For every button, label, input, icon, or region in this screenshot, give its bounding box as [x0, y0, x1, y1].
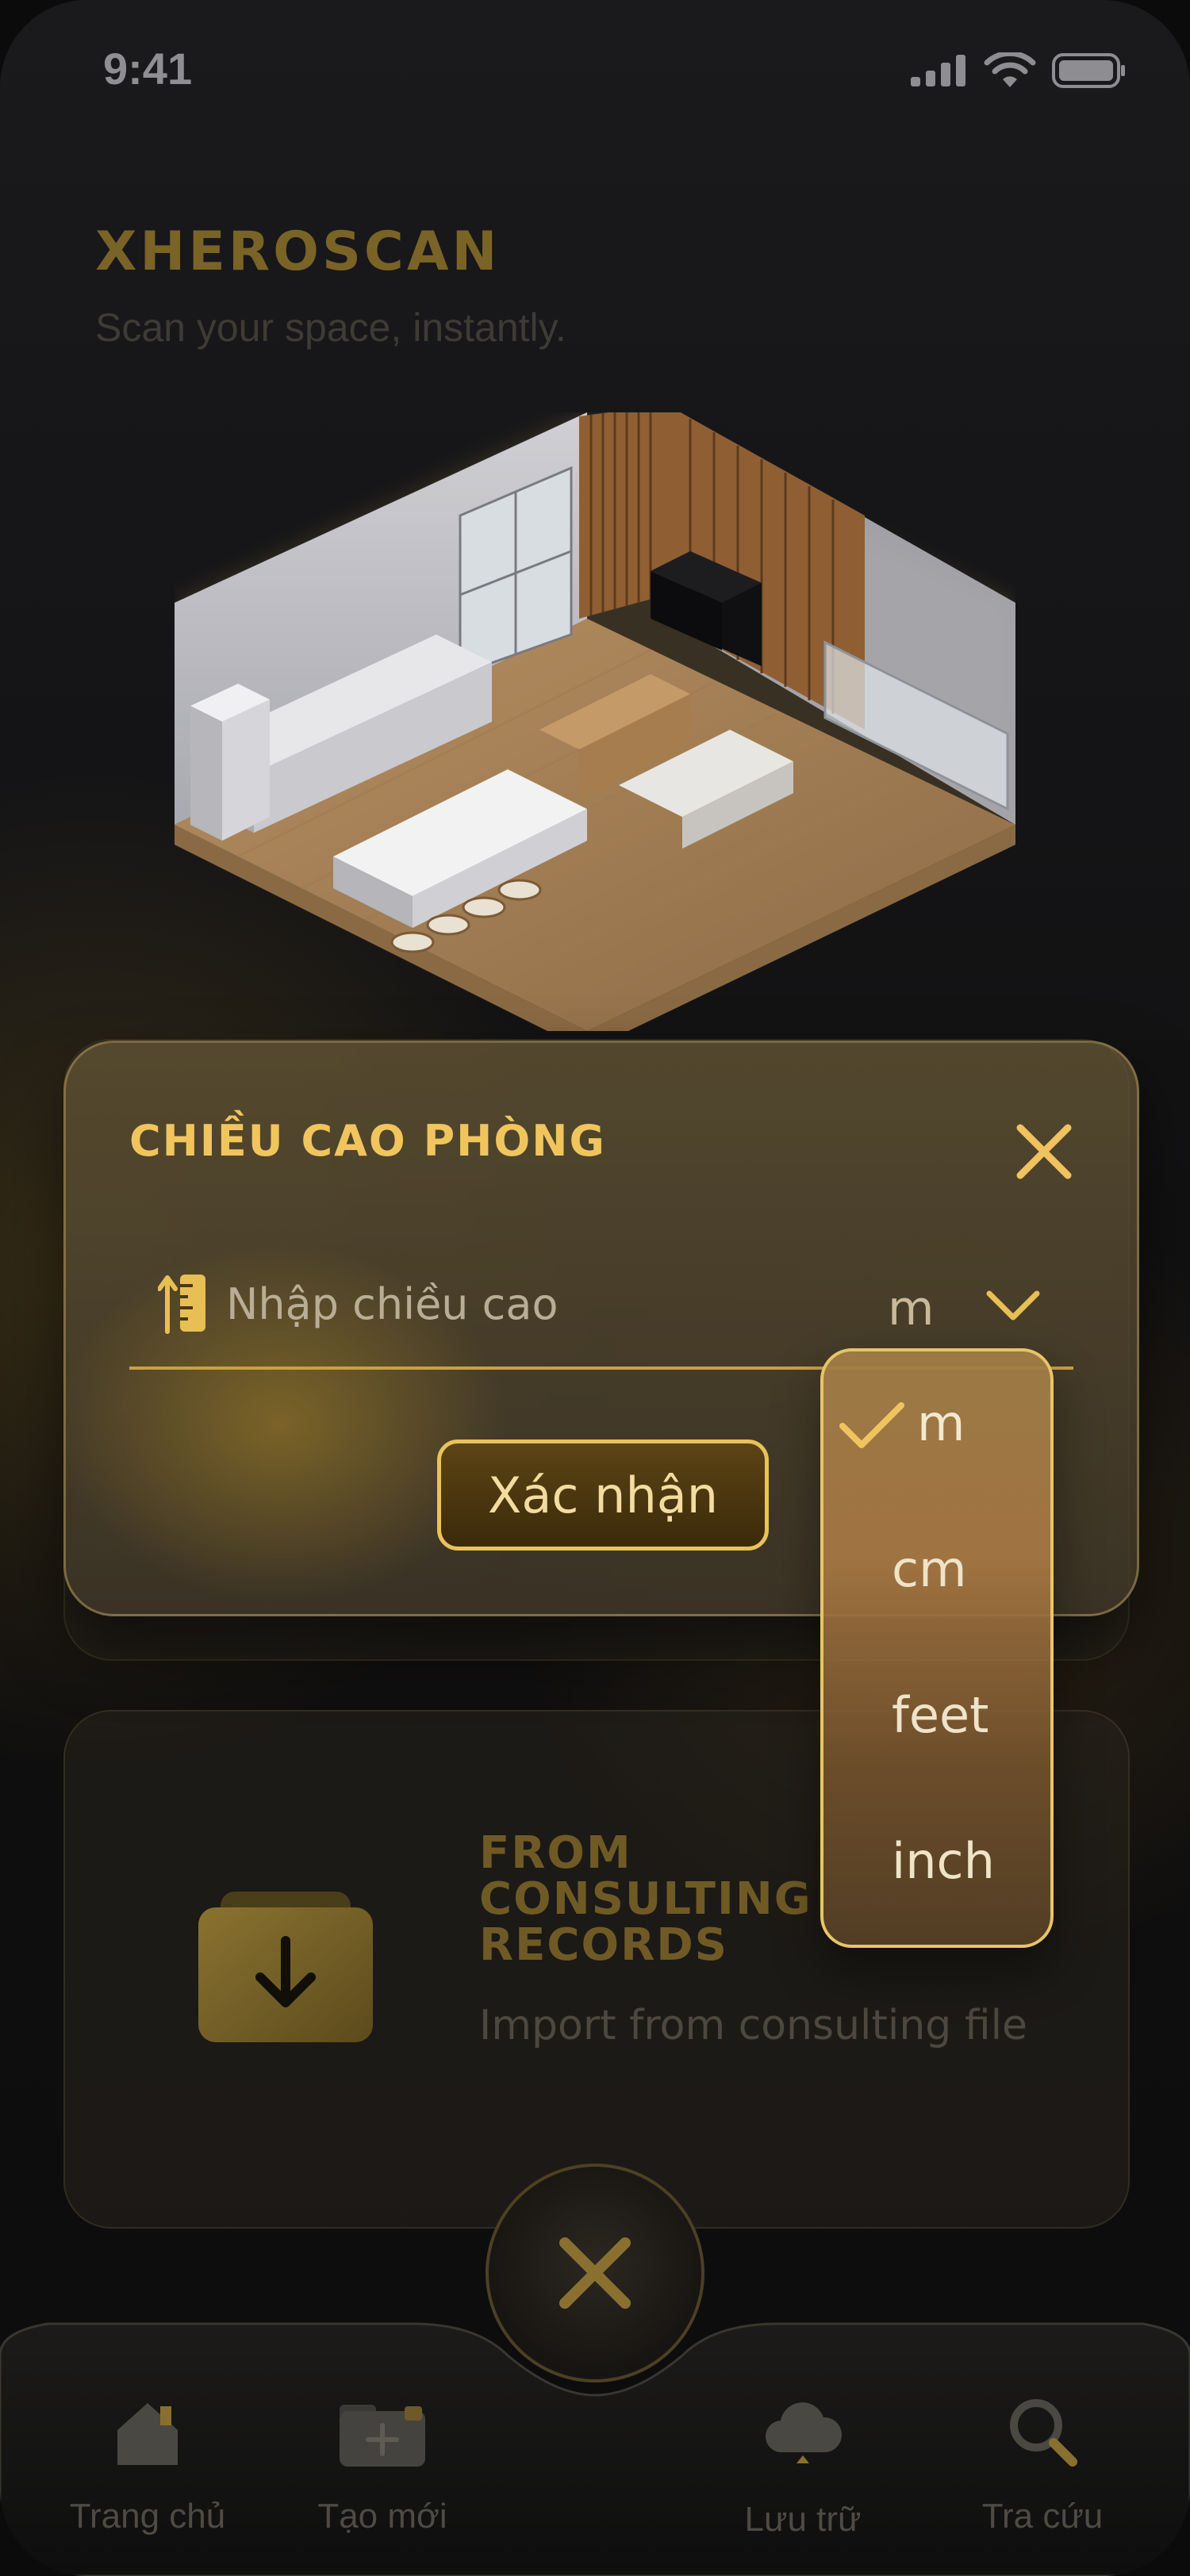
unit-select-value[interactable]: m: [888, 1281, 934, 1336]
nav-label-create: Tạo mới: [317, 2497, 447, 2536]
folder-add-icon: [340, 2405, 425, 2467]
ruler-height-icon: [158, 1275, 205, 1334]
nav-item-home[interactable]: Trang chủ: [52, 2378, 243, 2560]
nav-item-search[interactable]: Tra cứu: [947, 2378, 1138, 2560]
consulting-card-subtitle: Import from consulting file: [479, 2002, 1028, 2049]
wifi-icon: [984, 52, 1036, 87]
battery-icon: [1052, 53, 1125, 88]
checkmark-icon: [839, 1402, 904, 1448]
nav-item-create[interactable]: Tạo mới: [287, 2378, 478, 2560]
status-icons: [911, 52, 1127, 89]
brand-title: XHEROSCAN: [95, 220, 501, 283]
close-icon: [559, 2237, 631, 2309]
unit-option-cm[interactable]: cm: [823, 1497, 1050, 1643]
home-icon: [117, 2403, 178, 2465]
nav-label-home: Trang chủ: [69, 2497, 226, 2536]
confirm-button[interactable]: Xác nhận: [437, 1439, 769, 1551]
unit-dropdown: m cm feet inch: [820, 1348, 1054, 1948]
unit-option-m[interactable]: m: [823, 1351, 1050, 1497]
unit-option-label: m: [917, 1394, 965, 1452]
folder-download-icon: [198, 1892, 373, 2042]
unit-option-label: cm: [892, 1540, 967, 1598]
cloud-download-icon: [765, 2402, 843, 2463]
unit-option-label: inch: [892, 1832, 995, 1890]
modal-title: CHIỀU CAO PHÒNG: [129, 1116, 606, 1166]
app-screen: 9:41 XHEROSCAN Scan your space, instantl…: [0, 0, 1190, 2576]
search-icon: [1010, 2399, 1077, 2467]
close-icon: [1016, 1124, 1072, 1179]
nav-label-search: Tra cứu: [981, 2497, 1104, 2536]
nav-label-storage: Lưu trữ: [744, 2500, 862, 2539]
modal-close-button[interactable]: [1008, 1116, 1080, 1187]
unit-option-label: feet: [892, 1686, 989, 1744]
status-time: 9:41: [103, 44, 193, 94]
room-3d-illustration: [175, 412, 1015, 1031]
cellular-signal-icon: [911, 55, 965, 86]
nav-item-storage[interactable]: Lưu trữ: [708, 2381, 898, 2563]
brand-tagline: Scan your space, instantly.: [95, 305, 566, 350]
room-height-input[interactable]: [225, 1263, 783, 1344]
close-fab-button[interactable]: [486, 2164, 704, 2382]
chevron-down-icon[interactable]: [986, 1289, 1040, 1324]
unit-option-feet[interactable]: feet: [823, 1643, 1050, 1789]
unit-option-inch[interactable]: inch: [823, 1789, 1050, 1935]
